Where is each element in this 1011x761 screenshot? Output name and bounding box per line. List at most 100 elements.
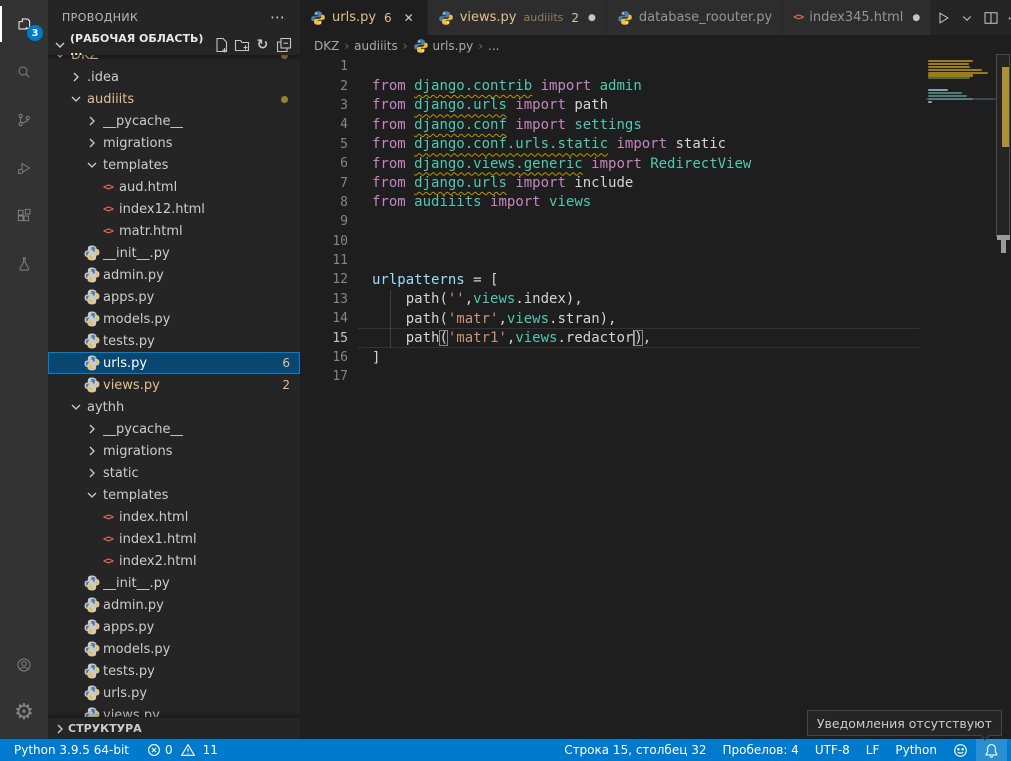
tab-index345-html[interactable]: <>index345.html● xyxy=(783,0,931,35)
run-icon[interactable] xyxy=(931,6,955,30)
tree-item-tests-py[interactable]: tests.py xyxy=(48,330,300,352)
activity-item-source-control[interactable] xyxy=(0,96,48,144)
tree-item-models-py[interactable]: models.py xyxy=(48,308,300,330)
code-line-14[interactable]: 14 path('matr',views.stran), xyxy=(300,309,1011,328)
activity-item-explorer[interactable]: 3 xyxy=(0,0,48,48)
breadcrumb-item-dkz[interactable]: DKZ xyxy=(314,39,339,53)
tree-item-index-html[interactable]: <>index.html xyxy=(48,506,300,528)
activity-item-search[interactable] xyxy=(0,48,48,96)
tree-item-apps-py[interactable]: apps.py xyxy=(48,616,300,638)
dirty-indicator[interactable]: ● xyxy=(912,13,920,23)
more-actions-icon[interactable]: ⋯ xyxy=(270,8,286,26)
bell-icon xyxy=(984,743,999,758)
code-line-1[interactable]: 1 xyxy=(300,57,1011,76)
tree-item--init-py[interactable]: __init__.py xyxy=(48,572,300,594)
tab-views-py[interactable]: views.pyaudiiits2● xyxy=(428,0,607,35)
tab-database-roouter-py[interactable]: database_roouter.py xyxy=(607,0,783,35)
tree-item-tests-py[interactable]: tests.py xyxy=(48,660,300,682)
python-file-icon xyxy=(84,355,100,371)
code-line-5[interactable]: 5from django.conf.urls.static import sta… xyxy=(300,135,1011,154)
cursor-position[interactable]: Строка 15, столбец 32 xyxy=(556,739,714,761)
indentation[interactable]: Пробелов: 4 xyxy=(714,739,806,761)
tree-item--init-py[interactable]: __init__.py xyxy=(48,242,300,264)
code-line-15[interactable]: 15 path('matr1',views.redactor), xyxy=(300,328,1011,347)
code-line-3[interactable]: 3from django.urls import path xyxy=(300,96,1011,115)
tree-item-urls-py[interactable]: urls.py xyxy=(48,682,300,704)
code-line-12[interactable]: 12urlpatterns = [ xyxy=(300,270,1011,289)
workspace-section-header[interactable]: (РАБОЧАЯ ОБЛАСТЬ) ... ↻ xyxy=(48,34,300,55)
new-file-icon[interactable] xyxy=(210,35,231,55)
tree-item-label: __pycache__ xyxy=(103,422,183,437)
tree-item-admin-py[interactable]: admin.py xyxy=(48,264,300,286)
activity-item-testing[interactable] xyxy=(0,240,48,288)
tree-item-label: audiiits xyxy=(87,92,134,107)
tree-item-audiiits[interactable]: audiiits xyxy=(48,88,300,110)
breadcrumb-item-audiiits[interactable]: audiiits xyxy=(354,39,398,53)
code-line-13[interactable]: 13 path('',views.index), xyxy=(300,290,1011,309)
python-interpreter[interactable]: Python 3.9.5 64-bit xyxy=(6,739,137,761)
activity-item-settings[interactable]: ⚙ xyxy=(0,689,48,737)
problems-summary[interactable]: 011 xyxy=(137,739,226,761)
html-file-icon: <> xyxy=(100,509,116,525)
tree-item-aud-html[interactable]: <>aud.html xyxy=(48,176,300,198)
tree-item-models-py[interactable]: models.py xyxy=(48,638,300,660)
tree-item--idea[interactable]: .idea xyxy=(48,66,300,88)
notifications-bell[interactable] xyxy=(976,739,1007,761)
activity-item-account[interactable] xyxy=(0,641,48,689)
close-icon[interactable]: ✕ xyxy=(401,11,417,25)
tree-item-static[interactable]: static xyxy=(48,462,300,484)
tree-item-index12-html[interactable]: <>index12.html xyxy=(48,198,300,220)
code-line-6[interactable]: 6from django.views.generic import Redire… xyxy=(300,154,1011,173)
refresh-icon[interactable]: ↻ xyxy=(252,35,273,55)
end-of-line[interactable]: LF xyxy=(858,739,888,761)
tree-item-migrations[interactable]: migrations xyxy=(48,440,300,462)
tree-item-aythh[interactable]: aythh xyxy=(48,396,300,418)
more-actions-icon[interactable]: ⋯ xyxy=(1003,6,1011,30)
breadcrumb-item-urls-py[interactable]: urls.py xyxy=(413,38,474,54)
outline-section-header[interactable]: СТРУКТУРА xyxy=(48,717,300,739)
tree-item-index2-html[interactable]: <>index2.html xyxy=(48,550,300,572)
collapse-all-icon[interactable] xyxy=(273,35,294,55)
tree-item-index1-html[interactable]: <>index1.html xyxy=(48,528,300,550)
split-editor-icon[interactable] xyxy=(979,6,1003,30)
tree-item--pycache-[interactable]: __pycache__ xyxy=(48,110,300,132)
tree-item-apps-py[interactable]: apps.py xyxy=(48,286,300,308)
chevron-down-icon[interactable] xyxy=(955,6,979,30)
python-file-icon xyxy=(84,663,100,679)
line-number: 5 xyxy=(300,137,348,152)
tree-item-label: migrations xyxy=(103,444,173,459)
tree-item-templates[interactable]: templates xyxy=(48,484,300,506)
feedback-button[interactable] xyxy=(945,739,976,761)
code-line-9[interactable]: 9 xyxy=(300,212,1011,231)
code-line-4[interactable]: 4from django.conf import settings xyxy=(300,115,1011,134)
breadcrumb-item--[interactable]: ... xyxy=(488,39,499,53)
vscode-window: 3⚙ ПРОВОДНИК ⋯ (РАБОЧАЯ ОБЛАСТЬ) ... ↻ D… xyxy=(0,0,1011,761)
language-mode[interactable]: Python xyxy=(887,739,945,761)
tree-item-templates[interactable]: templates xyxy=(48,154,300,176)
tree-item-urls-py[interactable]: urls.py6 xyxy=(48,352,300,374)
tab-urls-py[interactable]: urls.py6✕ xyxy=(300,0,428,35)
activity-item-extensions[interactable] xyxy=(0,192,48,240)
dirty-indicator[interactable]: ● xyxy=(588,13,596,23)
tree-item-migrations[interactable]: migrations xyxy=(48,132,300,154)
chevron-right-icon xyxy=(84,443,100,459)
tree-item--pycache-[interactable]: __pycache__ xyxy=(48,418,300,440)
breadcrumb: DKZ›audiiits›urls.py›... xyxy=(300,35,1011,57)
code-line-10[interactable]: 10 xyxy=(300,232,1011,251)
tree-item-admin-py[interactable]: admin.py xyxy=(48,594,300,616)
code-line-2[interactable]: 2from django.contrib import admin xyxy=(300,76,1011,95)
tree-item-matr-html[interactable]: <>matr.html xyxy=(48,220,300,242)
tree-item-views-py[interactable]: views.py2 xyxy=(48,374,300,396)
code-line-16[interactable]: 16] xyxy=(300,348,1011,367)
code-line-7[interactable]: 7from django.urls import include xyxy=(300,173,1011,192)
activity-item-run-debug[interactable] xyxy=(0,144,48,192)
minimap[interactable] xyxy=(926,48,996,248)
breadcrumb-label: audiiits xyxy=(354,39,398,53)
code-line-11[interactable]: 11 xyxy=(300,251,1011,270)
code-editor[interactable]: 12from django.contrib import admin3from … xyxy=(300,57,1011,739)
encoding[interactable]: UTF-8 xyxy=(807,739,858,761)
code-line-8[interactable]: 8from audiiits import views xyxy=(300,193,1011,212)
new-folder-icon[interactable] xyxy=(231,35,252,55)
code-line-17[interactable]: 17 xyxy=(300,367,1011,386)
minimap-line xyxy=(928,77,970,79)
